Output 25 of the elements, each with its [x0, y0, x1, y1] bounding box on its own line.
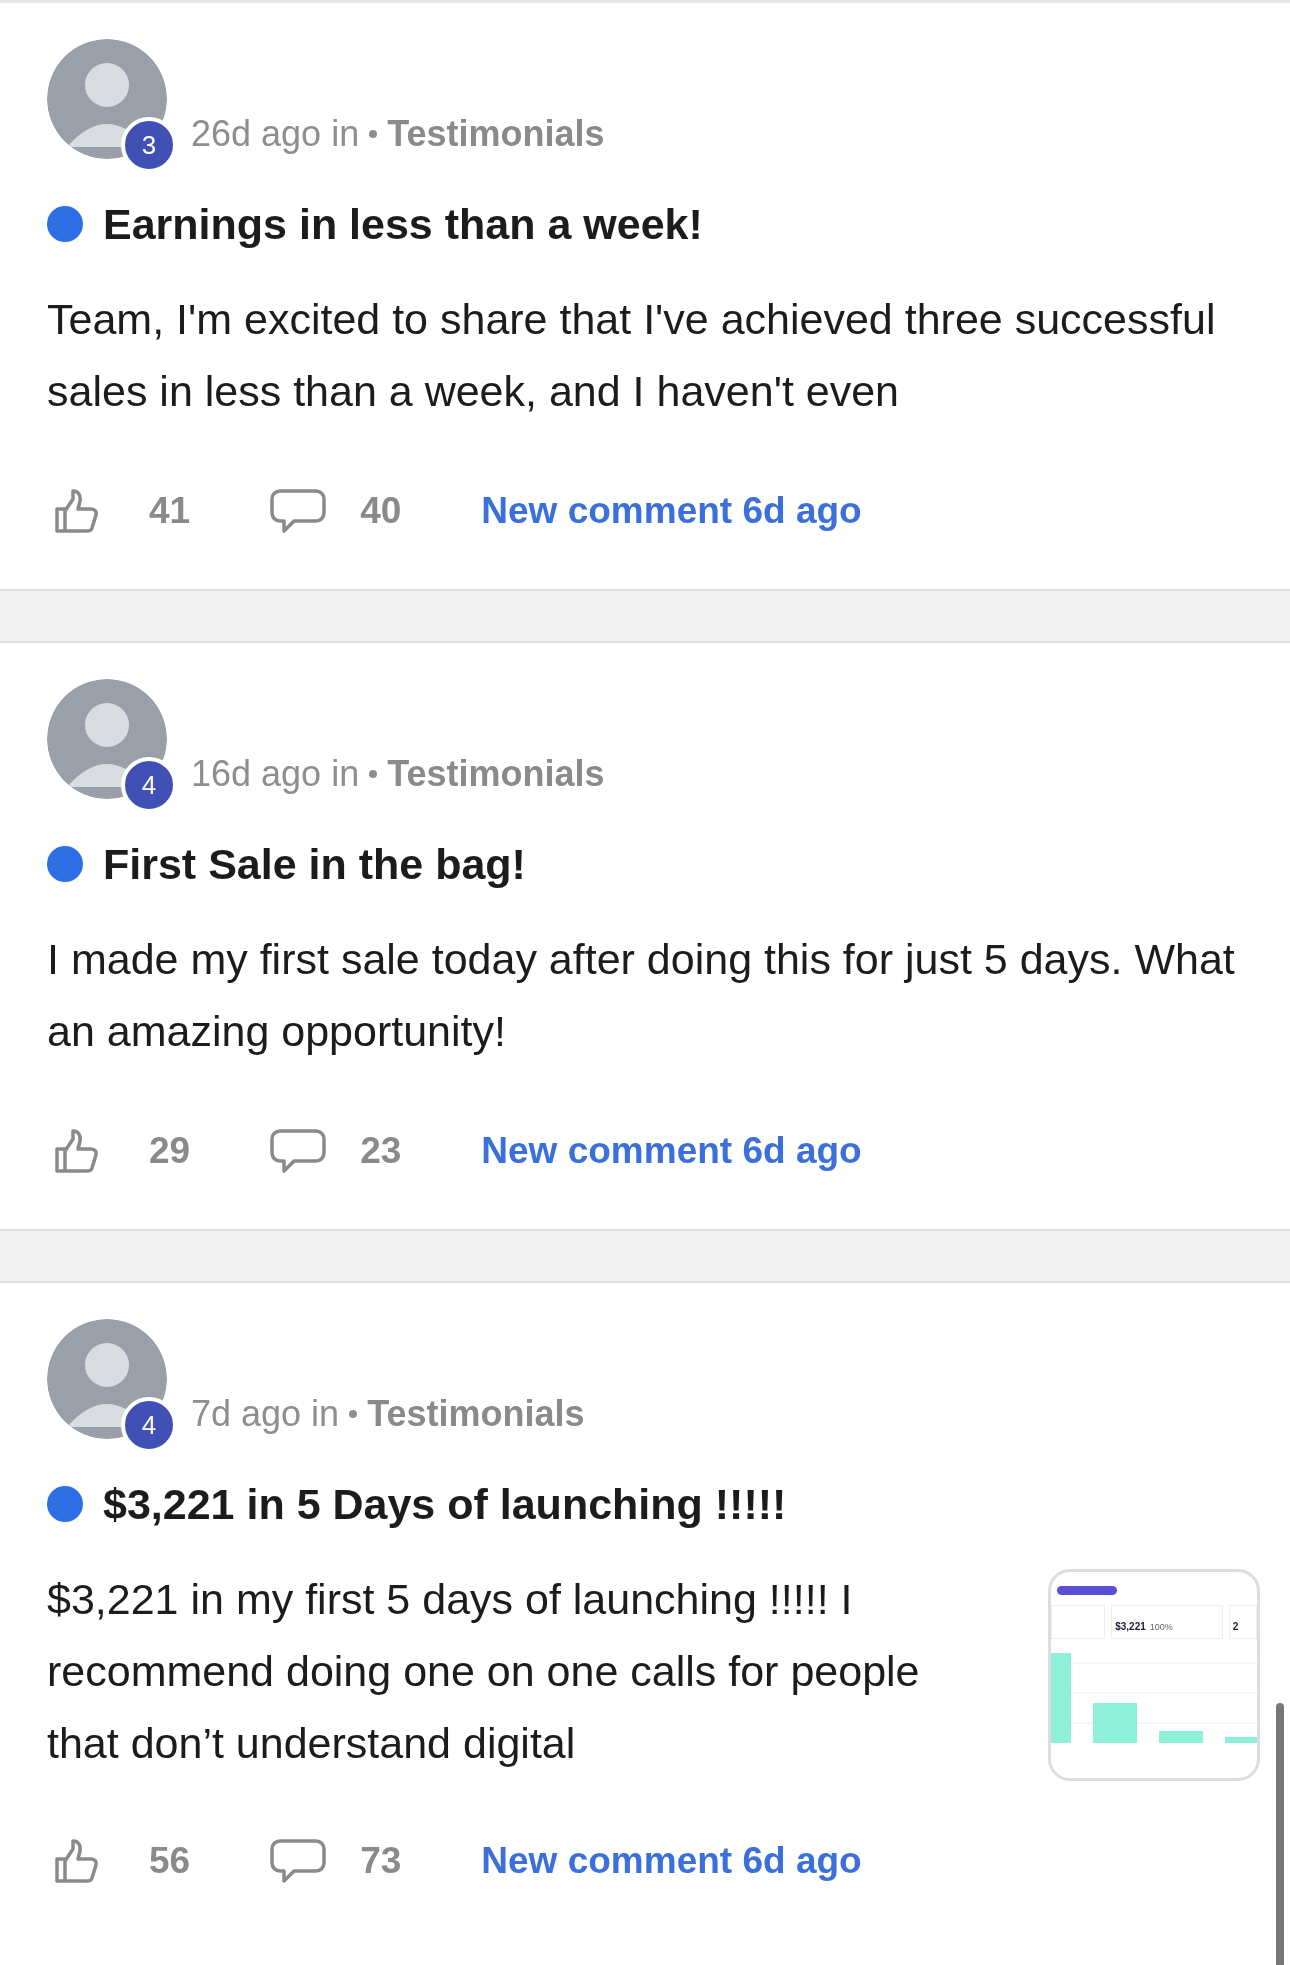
like-count: 29: [149, 1130, 191, 1172]
last-comment-link[interactable]: New comment 6d ago: [481, 1840, 862, 1882]
like-count: 41: [149, 490, 191, 532]
post-body: Team, I'm excited to share that I've achieved three successful sales in less than a week, and I haven't even: [47, 294, 1217, 417]
last-comment-link[interactable]: New comment 6d ago: [481, 490, 862, 532]
comment-count: 73: [360, 1840, 402, 1882]
post-title[interactable]: Earnings in less than a week!: [103, 199, 703, 249]
category-link[interactable]: Testimonials: [387, 113, 605, 155]
post-time: 16d ago in: [191, 753, 360, 795]
dashboard-thumbnail[interactable]: $3,221 100% 2: [1048, 1569, 1260, 1781]
post-title[interactable]: $3,221 in 5 Days of launching !!!!!: [103, 1479, 787, 1529]
category-link[interactable]: Testimonials: [367, 1393, 585, 1435]
comment-count: 23: [360, 1130, 402, 1172]
revenue-value: $3,221: [1115, 1621, 1146, 1632]
comment-count: 40: [360, 490, 402, 532]
post-title[interactable]: First Sale in the bag!: [103, 839, 526, 889]
like-count: 56: [149, 1840, 191, 1882]
last-comment-link[interactable]: New comment 6d ago: [481, 1130, 862, 1172]
change-percent: 100%: [1149, 1622, 1173, 1632]
post-time: 26d ago in: [191, 113, 360, 155]
post-body: $3,221 in my first 5 days of launching !!!!! I recommend doing one on one calls for people that don’t understand digital: [47, 1574, 921, 1769]
post-time: 7d ago in: [191, 1393, 340, 1435]
post-body: I made my first sale today after doing this for just 5 days. What an amazing opportunity!: [47, 934, 1236, 1057]
stat-value: 2: [1232, 1621, 1239, 1632]
category-link[interactable]: Testimonials: [387, 753, 605, 795]
